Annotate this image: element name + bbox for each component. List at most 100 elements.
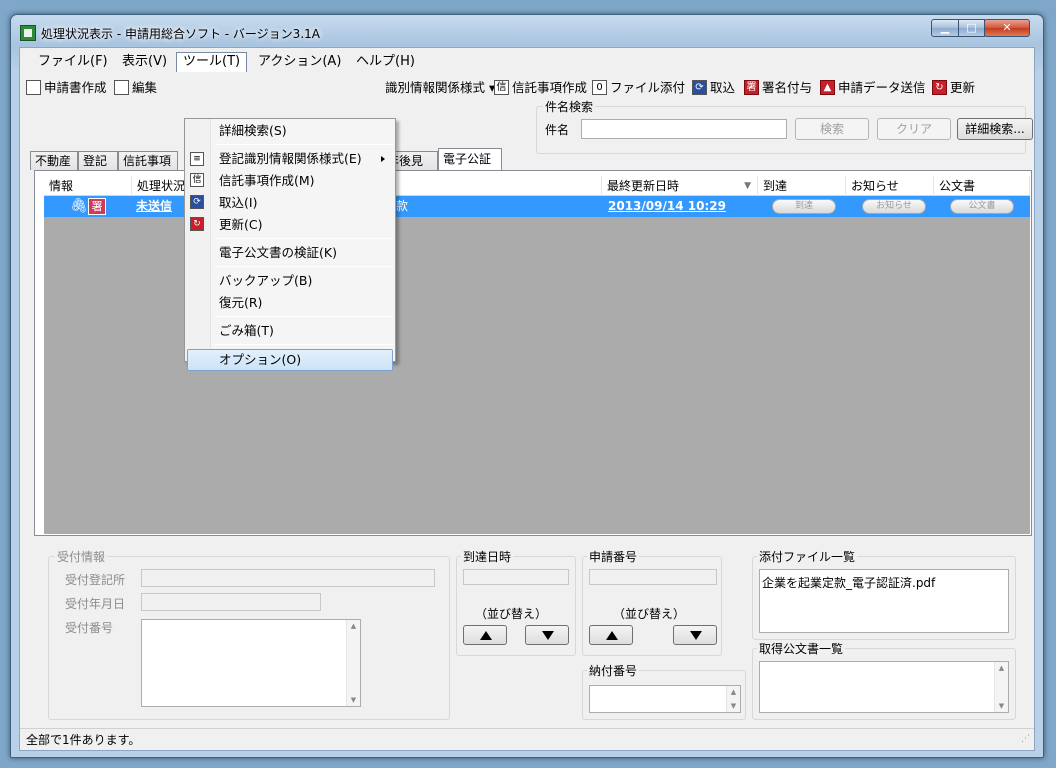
menu-options[interactable]: オプション(O) <box>219 350 301 370</box>
title-bar[interactable]: 処理状況表示 - 申請用総合ソフト - バージョン3.1A ▁ □ ✕ <box>11 15 1043 47</box>
arrival-date-caption: 到達日時 <box>461 548 514 565</box>
row-updated[interactable]: 2013/09/14 10:29 <box>608 196 726 217</box>
client-area: ファイル(F) 表示(V) ツール(T) アクション(A) ヘルプ(H) 申請書… <box>19 47 1035 751</box>
tab-e-notary[interactable]: 電子公証 <box>438 148 502 170</box>
sort-desc-button[interactable] <box>525 625 569 645</box>
status-text: 全部で1件あります。 <box>26 733 141 747</box>
import-icon: ⟳ <box>190 195 204 209</box>
edit-button[interactable]: 編集 <box>114 78 157 98</box>
list-item[interactable]: 企業を起業定款_電子認証済.pdf <box>762 574 935 591</box>
menu-bar: ファイル(F) 表示(V) ツール(T) アクション(A) ヘルプ(H) <box>20 50 1034 72</box>
import-button[interactable]: ⟳ 取込 <box>692 78 735 98</box>
sort-asc-button[interactable] <box>463 625 507 645</box>
menu-backup[interactable]: バックアップ(B) <box>219 271 312 291</box>
tab-real-estate[interactable]: 不動産 <box>30 151 78 170</box>
application-number-caption: 申請番号 <box>587 548 640 565</box>
subject-label: 件名 <box>545 123 570 137</box>
col-updated[interactable]: 最終更新日時 ▼ <box>602 176 758 196</box>
registry-forms-button[interactable]: 識別情報関係様式 ▾ <box>385 78 495 98</box>
menu-trust[interactable]: 信託事項作成(M) <box>219 171 315 191</box>
col-info[interactable]: 情報 <box>44 176 132 196</box>
notice-button[interactable]: お知らせ <box>862 199 926 214</box>
document-icon <box>26 80 41 95</box>
scroll-up-icon: ▲ <box>350 622 357 630</box>
sort-label-application: （並び替え） <box>613 607 686 621</box>
attach-icon: 0 <box>592 80 607 95</box>
search-button[interactable]: 検索 <box>795 118 869 140</box>
menu-restore[interactable]: 復元(R) <box>219 293 262 313</box>
application-number-group: 申請番号 （並び替え） <box>582 548 722 656</box>
menu-file[interactable]: ファイル(F) <box>32 52 114 72</box>
col-document[interactable]: 公文書 <box>934 176 1030 196</box>
menu-import[interactable]: 取込(I) <box>219 193 257 213</box>
reception-number-scrollbar[interactable]: ▲ ▼ <box>346 620 360 706</box>
scroll-up-icon: ▲ <box>998 664 1005 672</box>
clear-button[interactable]: クリア <box>877 118 951 140</box>
payment-number-field[interactable]: ▲ ▼ <box>589 685 741 713</box>
menu-help[interactable]: ヘルプ(H) <box>350 52 421 72</box>
reception-office-field <box>141 569 435 587</box>
sort-desc-button[interactable] <box>673 625 717 645</box>
menu-view[interactable]: 表示(V) <box>116 52 173 72</box>
send-icon: ▲ <box>820 80 835 95</box>
resize-grip-icon[interactable]: ⋰ <box>1021 728 1030 750</box>
payment-number-spinner[interactable]: ▲ ▼ <box>726 686 740 712</box>
attach-file-button[interactable]: 0 ファイル添付 <box>592 78 685 98</box>
menu-registry-forms[interactable]: 登記識別情報関係様式(E) <box>219 149 389 169</box>
create-application-button[interactable]: 申請書作成 <box>26 78 107 98</box>
acquired-documents-scrollbar[interactable]: ▲ ▼ <box>994 662 1008 712</box>
close-button[interactable]: ✕ <box>984 19 1030 37</box>
minimize-button[interactable]: ▁ <box>931 19 959 37</box>
arrow-down-icon <box>690 631 702 640</box>
send-data-button[interactable]: ▲ 申請データ送信 <box>820 78 926 98</box>
arrow-up-icon <box>606 631 618 640</box>
menu-refresh[interactable]: 更新(C) <box>219 215 262 235</box>
attachments-group: 添付ファイル一覧 企業を起業定款_電子認証済.pdf <box>752 548 1016 640</box>
acquired-documents-list[interactable]: ▲ ▼ <box>759 661 1009 713</box>
reception-date-field <box>141 593 321 611</box>
col-notice[interactable]: お知らせ <box>846 176 934 196</box>
menu-detail-search[interactable]: 詳細検索(S) <box>219 121 287 141</box>
subject-search-caption: 件名検索 <box>543 98 596 115</box>
paperclip-icon: 🖇 <box>70 198 88 214</box>
window-title: 処理状況表示 - 申請用総合ソフト - バージョン3.1A <box>41 27 320 41</box>
tab-trust[interactable]: 信託事項 <box>118 151 178 170</box>
reception-number-field[interactable]: ▲ ▼ <box>141 619 361 707</box>
document-button[interactable]: 公文書 <box>950 199 1014 214</box>
refresh-icon: ↻ <box>190 217 204 231</box>
menu-tools[interactable]: ツール(T) <box>176 52 248 72</box>
scroll-down-icon: ▼ <box>998 702 1005 710</box>
sort-asc-button[interactable] <box>589 625 633 645</box>
arrow-down-icon <box>542 631 554 640</box>
application-number-field <box>589 569 717 585</box>
row-subject: 款 <box>396 199 409 213</box>
menu-trash[interactable]: ごみ箱(T) <box>219 321 274 341</box>
arrival-button[interactable]: 到達 <box>772 199 836 214</box>
scroll-down-icon: ▼ <box>350 696 357 704</box>
refresh-icon: ↻ <box>932 80 947 95</box>
maximize-button[interactable]: □ <box>958 19 985 37</box>
row-status[interactable]: 未送信 <box>136 196 172 217</box>
menu-verify-document[interactable]: 電子公文書の検証(K) <box>219 243 337 263</box>
sign-button[interactable]: 署署名付与 <box>744 78 812 98</box>
reception-caption: 受付情報 <box>55 548 108 565</box>
subject-search-input[interactable] <box>581 119 787 139</box>
toolbar: 申請書作成 編集 識別情報関係様式 ▾ 信信託事項作成 0 ファイル添付 ⟳ 取込 … <box>20 76 1034 100</box>
refresh-button[interactable]: ↻ 更新 <box>932 78 975 98</box>
tab-registration[interactable]: 登記 <box>78 151 118 170</box>
status-bar: 全部で1件あります。 ⋰ <box>20 728 1034 750</box>
import-icon: ⟳ <box>692 80 707 95</box>
menu-action[interactable]: アクション(A) <box>252 52 347 72</box>
acquired-documents-caption: 取得公文書一覧 <box>757 640 846 657</box>
trust-matters-button[interactable]: 信信託事項作成 <box>494 78 587 98</box>
edit-icon <box>114 80 129 95</box>
attachments-list[interactable]: 企業を起業定款_電子認証済.pdf <box>759 569 1009 633</box>
reception-info-group: 受付情報 受付登記所 受付年月日 受付番号 ▲ ▼ <box>48 548 450 720</box>
reception-number-label: 受付番号 <box>65 621 114 635</box>
app-window: 処理状況表示 - 申請用総合ソフト - バージョン3.1A ▁ □ ✕ ファイル… <box>10 14 1044 758</box>
tools-menu: 詳細検索(S) ≡ 登記識別情報関係様式(E) 信 信託事項作成(M) ⟳ 取込… <box>184 118 396 371</box>
col-arrival[interactable]: 到達 <box>758 176 846 196</box>
subject-search-group: 件名検索 件名 検索 クリア 詳細検索... <box>536 98 1033 154</box>
detail-search-button[interactable]: 詳細検索... <box>957 118 1033 140</box>
sort-desc-icon: ▼ <box>744 181 751 191</box>
